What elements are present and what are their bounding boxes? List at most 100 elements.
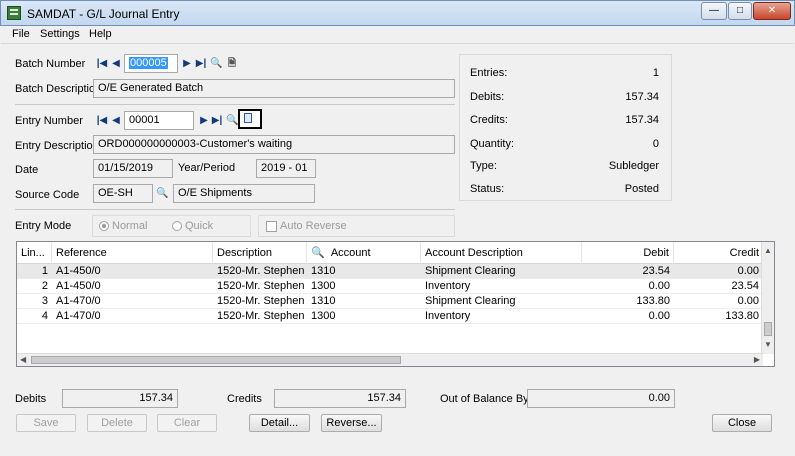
cell-line: 3: [41, 295, 48, 307]
menu-help[interactable]: Help: [89, 28, 112, 40]
menu-bar: File Settings Help: [1, 26, 794, 44]
grid-vertical-scrollbar[interactable]: ▲ ▼: [761, 242, 774, 354]
cell-account-description: Shipment Clearing: [425, 265, 516, 277]
year-period-label: Year/Period: [178, 162, 236, 174]
clear-button[interactable]: Clear: [157, 414, 217, 432]
new-entry-highlight[interactable]: [238, 109, 262, 129]
vertical-scroll-thumb[interactable]: [764, 322, 772, 336]
status-label: Status:: [470, 183, 505, 195]
minimize-button[interactable]: —: [701, 2, 727, 20]
entry-number-label: Entry Number: [15, 115, 83, 127]
scroll-left-icon[interactable]: ◀: [20, 355, 26, 364]
debits-total-field: 157.34: [62, 389, 178, 408]
col-description[interactable]: Description: [213, 242, 307, 264]
cell-reference: A1-470/0: [56, 310, 101, 322]
window-title: SAMDAT - G/L Journal Entry: [27, 7, 180, 21]
batch-number-label: Batch Number: [15, 58, 86, 70]
last-entry-icon[interactable]: ▶|: [211, 114, 223, 128]
next-entry-icon[interactable]: ▶: [198, 114, 210, 128]
date-field[interactable]: 01/15/2019: [93, 159, 173, 178]
table-row[interactable]: 3 A1-470/0 1520-Mr. Stephen ... 1310 Shi…: [17, 294, 763, 309]
batch-description-label: Batch Description: [15, 83, 102, 95]
col-account-description[interactable]: Account Description: [421, 242, 582, 264]
detail-button[interactable]: Detail...: [249, 414, 310, 432]
cell-debit: 0.00: [648, 280, 670, 292]
credits-total-field: 157.34: [274, 389, 406, 408]
col-account[interactable]: 🔍 Account: [307, 242, 421, 264]
year-period-field[interactable]: 2019 - 01: [256, 159, 316, 178]
reverse-button[interactable]: Reverse...: [321, 414, 382, 432]
scroll-up-icon[interactable]: ▲: [764, 246, 772, 255]
auto-reverse-checkbox[interactable]: [266, 221, 277, 232]
journal-detail-grid[interactable]: Lin... Reference Description 🔍 Account A…: [16, 241, 775, 367]
horizontal-scroll-thumb[interactable]: [31, 356, 401, 364]
menu-file[interactable]: File: [12, 28, 30, 40]
debits-summary-label: Debits:: [470, 91, 505, 103]
auto-reverse-label: Auto Reverse: [280, 220, 347, 232]
scroll-right-icon[interactable]: ▶: [754, 355, 760, 364]
source-code-search-icon[interactable]: 🔍: [156, 187, 168, 201]
first-batch-icon[interactable]: |◀: [96, 57, 108, 71]
col-line[interactable]: Lin...: [17, 242, 52, 264]
cell-line: 1: [41, 265, 48, 277]
cell-account: 1300: [311, 280, 336, 292]
col-credit[interactable]: Credit: [674, 242, 763, 264]
cell-account: 1300: [311, 310, 336, 322]
mode-quick-radio[interactable]: [172, 221, 182, 231]
quantity-label: Quantity:: [470, 138, 515, 150]
next-batch-icon[interactable]: ▶: [181, 57, 193, 71]
cell-reference: A1-450/0: [56, 280, 101, 292]
entry-number-input[interactable]: 00001: [124, 111, 194, 130]
cell-credit: 23.54: [731, 280, 759, 292]
cell-account-description: Shipment Clearing: [425, 295, 516, 307]
mode-quick-label: Quick: [185, 220, 214, 232]
close-button[interactable]: Close: [712, 414, 772, 432]
last-batch-icon[interactable]: ▶|: [195, 57, 207, 71]
entries-label: Entries:: [470, 67, 508, 79]
cell-debit: 23.54: [642, 265, 670, 277]
first-entry-icon[interactable]: |◀: [96, 114, 108, 128]
debits-total-label: Debits: [15, 393, 47, 405]
prev-batch-icon[interactable]: ◀: [110, 57, 122, 71]
col-debit[interactable]: Debit: [582, 242, 674, 264]
new-batch-icon[interactable]: 🗎: [226, 57, 238, 71]
cell-reference: A1-470/0: [56, 295, 101, 307]
col-reference[interactable]: Reference: [52, 242, 213, 264]
account-search-icon[interactable]: 🔍: [311, 247, 325, 259]
entry-separator: [15, 209, 455, 210]
app-icon: [7, 6, 21, 20]
grid-horizontal-scrollbar[interactable]: ◀ ▶: [17, 353, 763, 366]
batch-number-input[interactable]: 000005: [124, 54, 178, 73]
type-label: Type:: [470, 160, 497, 172]
save-button[interactable]: Save: [16, 414, 76, 432]
cell-description: 1520-Mr. Stephen ...: [217, 280, 307, 292]
mode-normal-label: Normal: [112, 220, 148, 232]
table-row[interactable]: 2 A1-450/0 1520-Mr. Stephen ... 1300 Inv…: [17, 279, 763, 294]
cell-debit: 133.80: [636, 295, 670, 307]
source-code-field[interactable]: OE-SH: [93, 184, 153, 203]
status-value: Posted: [624, 183, 659, 195]
batch-description-field: O/E Generated Batch: [93, 79, 455, 98]
quantity-value: 0: [652, 138, 659, 150]
cell-credit: 0.00: [737, 265, 759, 277]
entry-search-icon[interactable]: 🔍: [226, 114, 238, 128]
batch-search-icon[interactable]: 🔍: [210, 57, 222, 71]
cell-line: 2: [41, 280, 48, 292]
cell-credit: 133.80: [725, 310, 759, 322]
maximize-button[interactable]: □: [728, 2, 752, 20]
entry-description-label: Entry Description: [15, 140, 99, 152]
source-code-label: Source Code: [15, 189, 80, 201]
entry-description-field[interactable]: ORD000000000003-Customer's waiting: [93, 135, 455, 154]
table-row[interactable]: 1 A1-450/0 1520-Mr. Stephen ... 1310 Shi…: [17, 264, 763, 279]
scroll-down-icon[interactable]: ▼: [764, 340, 772, 349]
mode-normal-radio[interactable]: [99, 221, 109, 231]
table-row[interactable]: 4 A1-470/0 1520-Mr. Stephen ... 1300 Inv…: [17, 309, 763, 324]
delete-button[interactable]: Delete: [87, 414, 147, 432]
menu-settings[interactable]: Settings: [40, 28, 80, 40]
date-label: Date: [15, 164, 39, 176]
prev-entry-icon[interactable]: ◀: [110, 114, 122, 128]
close-window-button[interactable]: ✕: [753, 2, 791, 20]
cell-account: 1310: [311, 295, 336, 307]
cell-debit: 0.00: [648, 310, 670, 322]
new-entry-icon: [244, 113, 252, 123]
